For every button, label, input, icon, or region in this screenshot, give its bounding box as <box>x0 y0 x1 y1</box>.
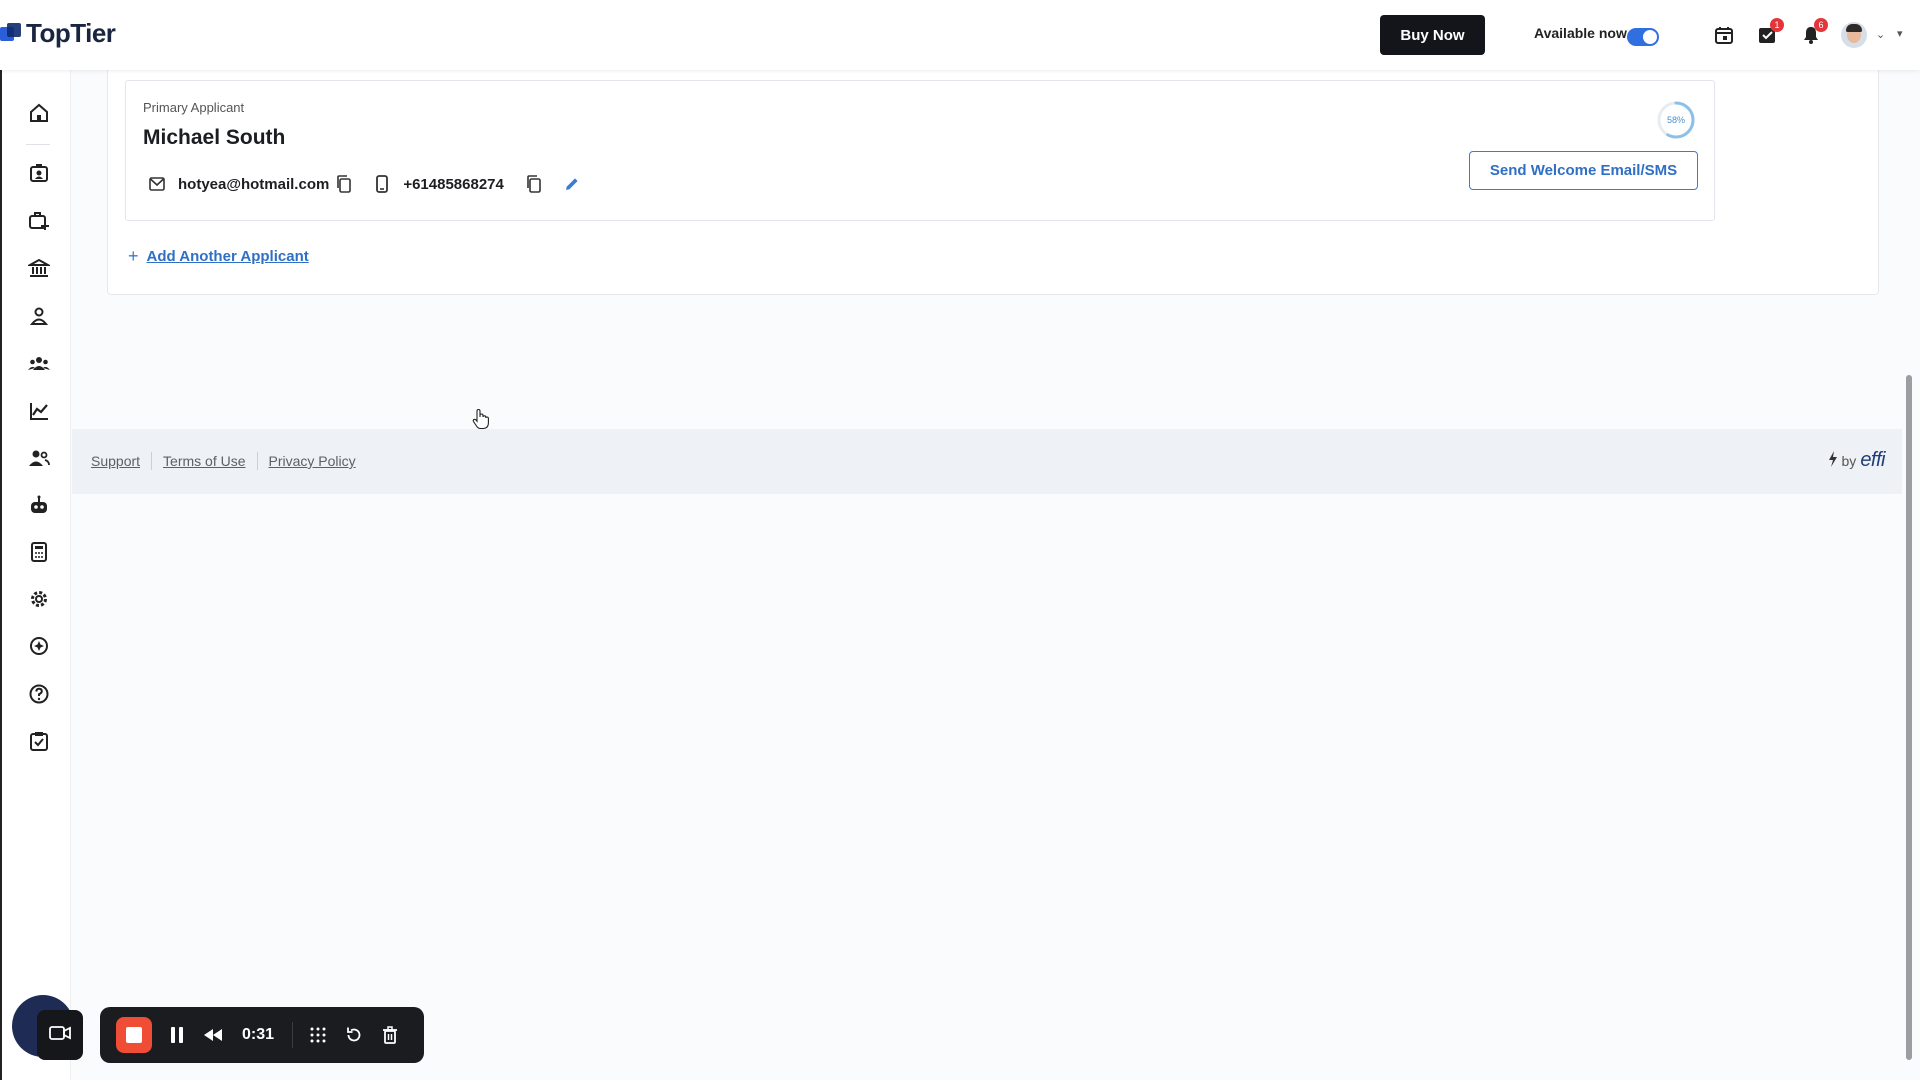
chevron-down-icon[interactable]: ⌄ <box>1876 28 1885 41</box>
recorder-toolbar: 0:31 <box>100 1007 424 1063</box>
applicant-phone[interactable]: +61485868274 <box>403 176 504 193</box>
pause-icon[interactable] <box>166 1024 188 1046</box>
camera-toggle-button[interactable] <box>37 1010 83 1060</box>
robot-icon[interactable] <box>28 494 50 516</box>
users-icon[interactable] <box>28 447 50 469</box>
recording-timer: 0:31 <box>241 1026 275 1043</box>
hand-cursor-icon <box>471 408 491 430</box>
availability-label: Available now <box>1534 25 1627 41</box>
effi-logo: effi <box>1860 449 1885 471</box>
privacy-link[interactable]: Privacy Policy <box>258 452 367 470</box>
tasks-badge: 1 <box>1770 18 1784 32</box>
restart-icon[interactable] <box>343 1024 365 1046</box>
person-icon[interactable] <box>28 305 50 327</box>
help-icon[interactable] <box>28 683 50 705</box>
grid-dots-icon[interactable] <box>307 1024 329 1046</box>
applicant-role-label: Primary Applicant <box>143 100 245 115</box>
edit-pencil-icon[interactable] <box>563 175 581 193</box>
avatar[interactable] <box>1841 22 1867 48</box>
mail-icon <box>148 175 166 193</box>
support-link[interactable]: Support <box>91 452 153 470</box>
add-applicant-label: Add Another Applicant <box>146 248 309 265</box>
video-camera-icon <box>49 1025 71 1046</box>
applicant-name: Michael South <box>143 126 286 149</box>
send-welcome-button[interactable]: Send Welcome Email/SMS <box>1469 151 1698 190</box>
plus-icon: + <box>128 246 139 266</box>
ai-icon[interactable] <box>28 635 50 657</box>
sidebar <box>0 70 71 1080</box>
terms-link[interactable]: Terms of Use <box>152 452 258 470</box>
logo[interactable]: TopTier <box>0 18 116 49</box>
settings-icon[interactable] <box>28 588 50 610</box>
copy-email-icon[interactable] <box>335 175 353 193</box>
phone-icon <box>373 175 391 193</box>
bank-icon[interactable] <box>26 257 52 279</box>
calendar-icon[interactable] <box>1713 24 1735 46</box>
buy-now-button[interactable]: Buy Now <box>1380 15 1485 55</box>
toolbar-divider <box>292 1022 293 1048</box>
profile-progress-ring: 58% <box>1656 100 1696 140</box>
top-header: TopTier Buy Now Available now 1 6 ⌄ ▾ <box>0 0 1920 70</box>
logo-text: TopTier <box>26 18 116 48</box>
contacts-icon[interactable] <box>28 162 50 184</box>
applicant-contact-row: hotyea@hotmail.com +61485868274 <box>148 173 581 195</box>
trash-icon[interactable] <box>379 1024 401 1046</box>
team-icon[interactable] <box>28 353 50 375</box>
footer-links: Support Terms of Use Privacy Policy <box>91 452 367 470</box>
reports-icon[interactable] <box>28 400 50 422</box>
scrollbar-thumb[interactable] <box>1906 375 1912 1060</box>
bolt-icon <box>1828 451 1838 470</box>
primary-applicant-card: Primary Applicant Michael South hotyea@h… <box>125 80 1715 221</box>
stop-recording-button[interactable] <box>116 1017 152 1053</box>
logo-mark-icon <box>0 22 22 45</box>
caret-down-icon[interactable]: ▾ <box>1897 27 1903 40</box>
powered-by[interactable]: by effi <box>1828 449 1885 472</box>
calculator-icon[interactable] <box>28 541 50 563</box>
applicant-email[interactable]: hotyea@hotmail.com <box>178 176 329 193</box>
copy-phone-icon[interactable] <box>525 175 543 193</box>
availability-toggle[interactable] <box>1627 28 1659 46</box>
sidebar-divider <box>26 144 50 145</box>
add-deal-icon[interactable] <box>28 210 50 232</box>
tasks-icon[interactable]: 1 <box>1756 18 1784 46</box>
add-another-applicant-link[interactable]: + Add Another Applicant <box>128 246 309 267</box>
powered-by-label: by <box>1841 452 1857 469</box>
rewind-icon[interactable] <box>202 1024 224 1046</box>
footer: Support Terms of Use Privacy Policy by e… <box>72 429 1902 494</box>
notifications-badge: 6 <box>1814 18 1828 32</box>
checklist-icon[interactable] <box>28 730 50 752</box>
home-icon[interactable] <box>28 102 50 124</box>
notifications-icon[interactable]: 6 <box>1800 18 1828 46</box>
progress-label: 58% <box>1666 115 1685 125</box>
